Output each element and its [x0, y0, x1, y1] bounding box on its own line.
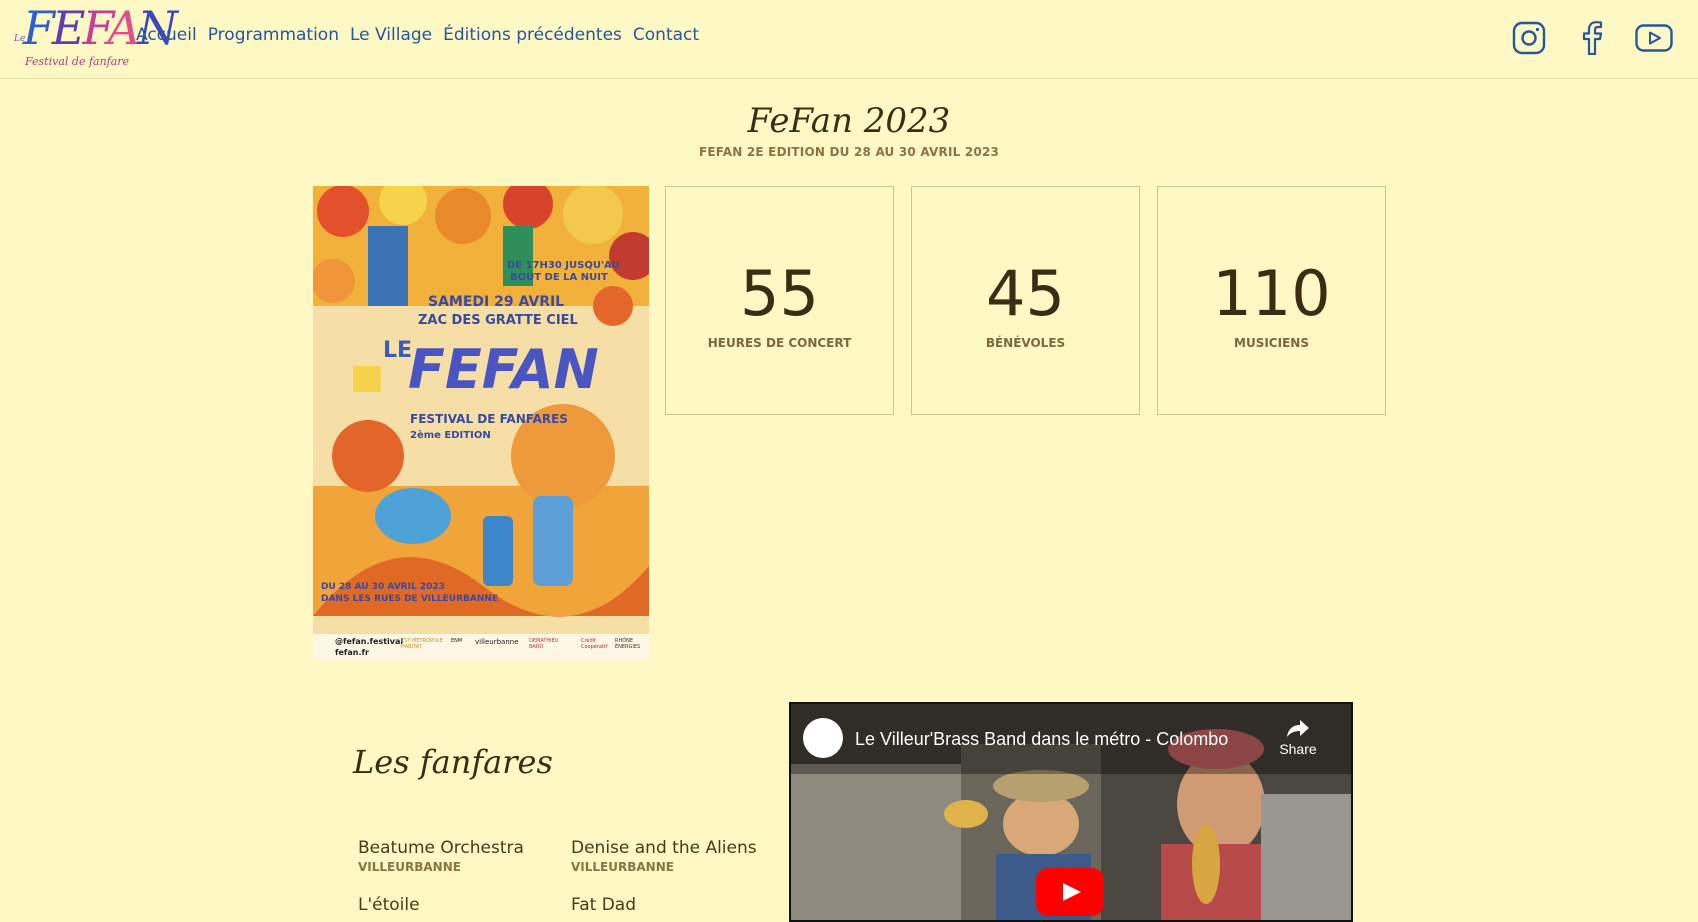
stat-label: HEURES DE CONCERT [707, 336, 852, 350]
band-name[interactable]: Denise and the Aliens [571, 838, 757, 858]
band-item[interactable]: Fat Dad [571, 895, 636, 915]
facebook-icon[interactable] [1572, 20, 1612, 56]
stat-card-volunteers: 45 BÉNÉVOLES [911, 186, 1140, 415]
poster-festival: FESTIVAL DE FANFARES [410, 412, 568, 426]
sponsor-logo: DEMATHIEU BARD [529, 638, 559, 650]
share-button[interactable]: Share [1273, 718, 1323, 757]
nav-editions-precedentes[interactable]: Éditions précédentes [443, 25, 622, 45]
band-name[interactable]: L'étoile [358, 895, 420, 915]
poster-place: ZAC DES GRATTE CIEL [418, 313, 578, 328]
share-label: Share [1279, 741, 1317, 757]
stat-value: 110 [1212, 257, 1331, 330]
share-icon [1287, 720, 1309, 737]
fefan-logo[interactable]: Le FEFAN Festival de fanfare [12, 5, 178, 73]
poster-date: SAMEDI 29 AVRIL [428, 294, 565, 310]
sponsor-logo: villeurbanne [475, 638, 519, 646]
poster-edition: 2ème EDITION [410, 430, 491, 441]
poster-time-2: BOUT DE LA NUIT [510, 272, 608, 283]
band-city: VILLEURBANNE [358, 860, 461, 874]
stat-card-musicians: 110 MUSICIENS [1157, 186, 1386, 415]
fanfares-title: Les fanfares [353, 743, 553, 781]
sponsor-logo: ENM [451, 638, 463, 644]
festival-poster: DE 17H30 JUSQU'AU BOUT DE LA NUIT SAMEDI… [313, 186, 649, 660]
play-icon [1063, 883, 1081, 901]
nav-accueil[interactable]: Accueil [136, 25, 197, 45]
stat-label: MUSICIENS [1234, 336, 1309, 350]
stat-value: 55 [740, 257, 819, 330]
instagram-icon[interactable] [1509, 20, 1549, 56]
stat-card-concert-hours: 55 HEURES DE CONCERT [665, 186, 894, 415]
play-button[interactable] [1036, 868, 1104, 916]
poster-fefan: FEFAN [408, 338, 599, 401]
band-name[interactable]: Fat Dad [571, 895, 636, 915]
band-city: VILLEURBANNE [571, 860, 674, 874]
page-subtitle: FEFAN 2E EDITION DU 28 AU 30 AVRIL 2023 [698, 145, 1000, 159]
band-item[interactable]: Beatume Orchestra VILLEURBANNE [358, 838, 524, 874]
poster-dates: DU 28 AU 30 AVRIL 2023 [321, 582, 445, 592]
poster-handle: @fefan.festival [335, 637, 404, 646]
sponsor-logo: EST MÉTROPOLE HABITAT [401, 638, 443, 650]
page-title: FeFan 2023 [747, 101, 951, 141]
youtube-video-embed[interactable]: Le Villeur'Brass Band dans le métro - Co… [789, 702, 1353, 922]
band-item[interactable]: Denise and the Aliens VILLEURBANNE [571, 838, 757, 874]
sponsor-logo: Crédit Coopératif [581, 638, 608, 650]
poster-site: fefan.fr [335, 648, 369, 657]
poster-time: DE 17H30 JUSQU'AU [507, 260, 620, 271]
video-title[interactable]: Le Villeur'Brass Band dans le métro - Co… [855, 729, 1228, 750]
band-name[interactable]: Beatume Orchestra [358, 838, 524, 858]
nav-le-village[interactable]: Le Village [350, 25, 432, 45]
sponsor-logo: RHÔNE ÉNERGIES [615, 638, 641, 650]
poster-sponsors: EST MÉTROPOLE HABITAT ENM villeurbanne D… [401, 638, 643, 650]
stat-value: 45 [986, 257, 1065, 330]
nav-contact[interactable]: Contact [633, 25, 699, 45]
site-header: Le FEFAN Festival de fanfare Accueil Pro… [0, 0, 1698, 79]
logo-tagline: Festival de fanfare [25, 55, 130, 68]
band-item[interactable]: L'étoile [358, 895, 420, 915]
nav-programmation[interactable]: Programmation [208, 25, 339, 45]
stat-label: BÉNÉVOLES [985, 336, 1066, 350]
main-nav: Accueil Programmation Le Village Édition… [136, 25, 699, 45]
poster-streets: DANS LES RUES DE VILLEURBANNE [321, 594, 499, 604]
channel-avatar[interactable] [803, 718, 843, 758]
youtube-icon[interactable] [1634, 20, 1674, 56]
